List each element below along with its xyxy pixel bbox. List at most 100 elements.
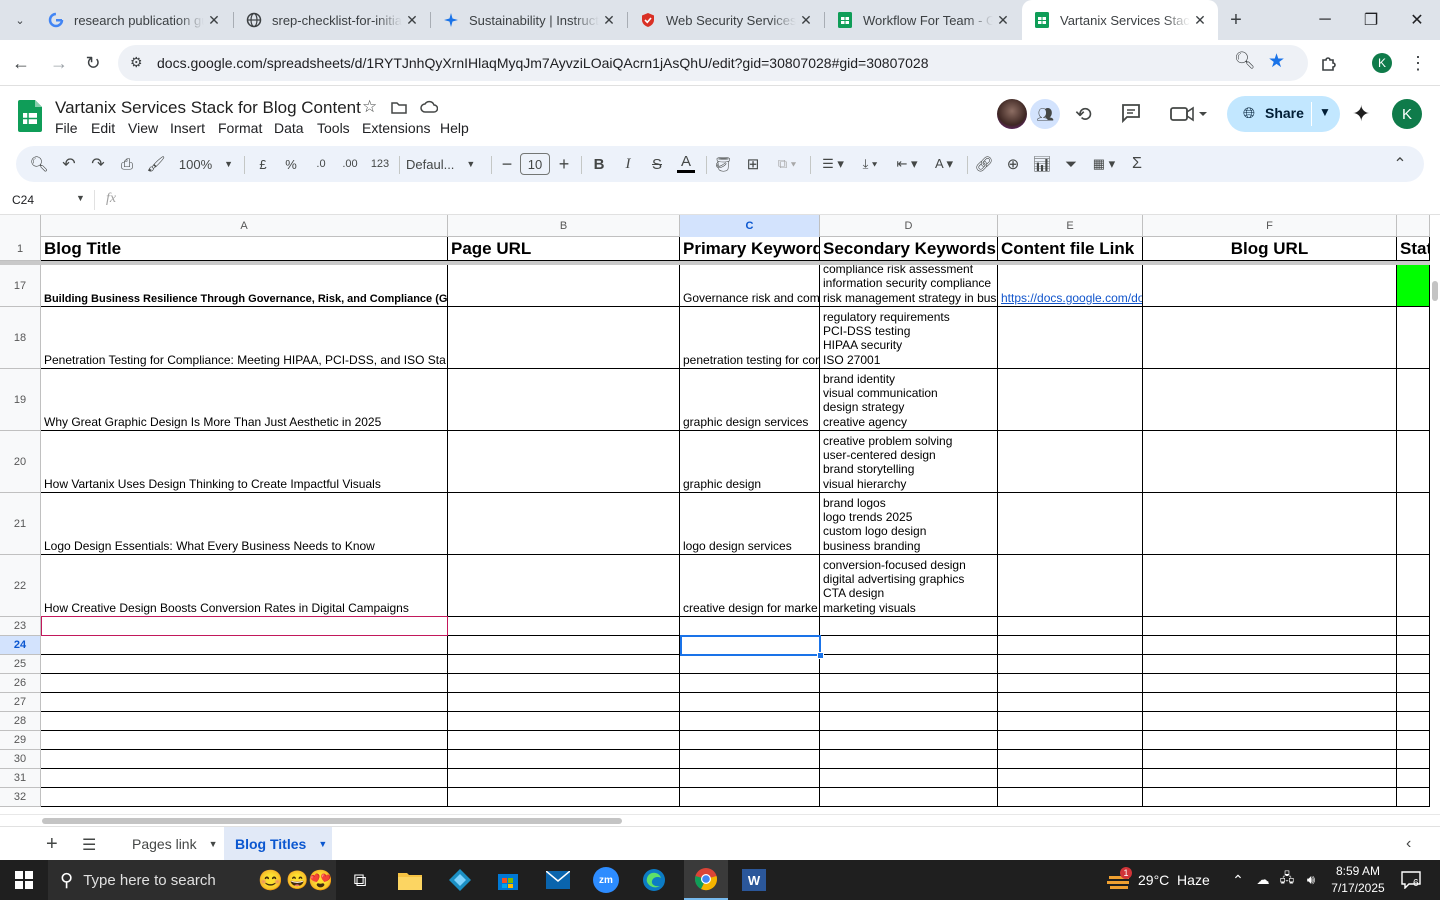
close-tab-icon[interactable]: ✕ <box>1190 12 1210 29</box>
empty-cell[interactable] <box>820 655 998 674</box>
strikethrough-button[interactable]: S <box>646 146 668 182</box>
gemini-sparkle-icon[interactable]: ✦ <box>1352 101 1370 127</box>
cell-status[interactable] <box>1397 431 1430 493</box>
row-header[interactable]: 32 <box>0 788 41 807</box>
browser-tab-active[interactable]: Vartanix Services Stack ✕ <box>1022 0 1218 40</box>
select-all-corner[interactable] <box>0 215 41 237</box>
row-header[interactable]: 31 <box>0 769 41 788</box>
cell-blog-url[interactable] <box>1143 307 1397 369</box>
horizontal-align-icon[interactable]: ☰ ▾ <box>817 146 849 182</box>
horizontal-scroll-thumb[interactable] <box>42 818 622 824</box>
row-header[interactable]: 27 <box>0 693 41 712</box>
empty-cell[interactable] <box>448 731 680 750</box>
text-rotation-icon[interactable]: A ▾ <box>928 146 960 182</box>
minimize-icon[interactable]: ─ <box>1302 0 1348 40</box>
clock[interactable]: 8:59 AM 7/17/2025 <box>1324 860 1392 900</box>
decrease-font-size-icon[interactable]: − <box>497 146 517 182</box>
empty-cell[interactable] <box>1397 655 1430 674</box>
browser-tab[interactable]: research publication gu ✕ <box>36 0 232 40</box>
empty-cell[interactable] <box>820 750 998 769</box>
cell-secondary-keywords[interactable]: compliance risk assessment information s… <box>820 265 998 307</box>
header-cell-blog-url[interactable]: Blog URL <box>1143 237 1397 261</box>
empty-cell[interactable] <box>1143 655 1397 674</box>
extensions-puzzle-icon[interactable] <box>1314 48 1344 78</box>
sheet-tab-pages-link[interactable]: Pages link ▼ <box>118 827 224 861</box>
cell-blog-title[interactable]: How Vartanix Uses Design Thinking to Cre… <box>41 431 448 493</box>
empty-cell[interactable] <box>680 693 820 712</box>
chat-with-collaborators-icon[interactable]: 👥︎ <box>1030 99 1060 129</box>
header-cell-page-url[interactable]: Page URL <box>448 237 680 261</box>
row-header[interactable]: 29 <box>0 731 41 750</box>
search-menus-icon[interactable]: 🔍︎ <box>26 146 52 182</box>
row-header[interactable]: 23 <box>0 617 41 636</box>
empty-cell[interactable] <box>41 788 448 807</box>
empty-cell[interactable] <box>41 750 448 769</box>
insert-chart-icon[interactable]: 📊︎ <box>1030 146 1054 182</box>
cell-secondary-keywords[interactable]: brand identity visual communication desi… <box>820 369 998 431</box>
text-wrapping-icon[interactable]: ⇤ ▾ <box>891 146 923 182</box>
merge-cells-icon[interactable]: ⧉ ▾ <box>770 146 804 182</box>
vertical-scroll-thumb[interactable] <box>1432 281 1438 301</box>
cell-blog-url[interactable] <box>1143 493 1397 555</box>
close-tab-icon[interactable]: ✕ <box>402 12 422 29</box>
taskbar-search-box[interactable]: ⚲ Type here to search 😊 😄 😍 <box>48 860 336 900</box>
cell-content-file-link[interactable] <box>998 555 1143 617</box>
empty-cell[interactable] <box>1397 712 1430 731</box>
font-family-select[interactable]: Defaul... ▼ <box>406 146 482 182</box>
star-icon[interactable]: ☆ <box>362 97 377 117</box>
fill-handle[interactable] <box>817 652 824 659</box>
cell-page-url[interactable] <box>448 555 680 617</box>
empty-cell[interactable] <box>998 693 1143 712</box>
zoom-select[interactable]: 100% ▼ <box>176 146 236 182</box>
bookmark-star-icon[interactable]: ★ <box>1268 50 1285 73</box>
empty-cell[interactable] <box>820 674 998 693</box>
cell-blog-title[interactable]: Penetration Testing for Compliance: Meet… <box>41 307 448 369</box>
sheet-tab-blog-titles[interactable]: Blog Titles ▼ <box>224 827 332 861</box>
cell-blog-url[interactable] <box>1143 555 1397 617</box>
cell-secondary-keywords[interactable]: brand logos logo trends 2025 custom logo… <box>820 493 998 555</box>
menu-insert[interactable]: Insert <box>170 120 205 136</box>
row-header[interactable]: 19 <box>0 369 41 431</box>
empty-cell[interactable] <box>41 769 448 788</box>
microsoft-store-icon[interactable] <box>490 860 526 900</box>
cell-primary-keyword[interactable]: logo design services <box>680 493 820 555</box>
comments-icon[interactable] <box>1120 102 1142 124</box>
account-avatar[interactable]: K <box>1392 99 1422 129</box>
close-tab-icon[interactable]: ✕ <box>599 12 619 29</box>
collaborator-avatar[interactable] <box>997 99 1027 129</box>
cell-page-url[interactable] <box>448 307 680 369</box>
cell-page-url[interactable] <box>448 369 680 431</box>
cell-blog-title[interactable]: How Creative Design Boosts Conversion Ra… <box>41 555 448 617</box>
browser-tab[interactable]: Workflow For Team - Go ✕ <box>825 0 1021 40</box>
row-header[interactable]: 26 <box>0 674 41 693</box>
cell-content-file-link[interactable] <box>998 307 1143 369</box>
cell-status[interactable] <box>1397 555 1430 617</box>
empty-cell[interactable] <box>680 617 820 636</box>
task-view-icon[interactable]: ⧉ <box>342 860 378 900</box>
vertical-scrollbar[interactable] <box>1430 215 1440 815</box>
empty-cell[interactable] <box>820 693 998 712</box>
undo-icon[interactable]: ↶ <box>56 146 82 182</box>
row-header[interactable]: 28 <box>0 712 41 731</box>
version-history-icon[interactable]: ⟲ <box>1075 102 1092 127</box>
paint-format-icon[interactable]: 🖌︎ <box>143 146 169 182</box>
onedrive-cloud-icon[interactable]: ☁ <box>1252 860 1274 900</box>
row-header[interactable]: 30 <box>0 750 41 769</box>
app-diamond-icon[interactable] <box>442 860 478 900</box>
empty-cell[interactable] <box>448 712 680 731</box>
empty-cell[interactable] <box>448 674 680 693</box>
browser-tab[interactable]: Sustainability | Instructio ✕ <box>431 0 627 40</box>
row-header[interactable]: 17 <box>0 265 41 307</box>
empty-cell[interactable] <box>41 693 448 712</box>
filter-icon[interactable]: ⏷ <box>1059 146 1083 182</box>
column-header-selected[interactable]: C <box>680 215 820 237</box>
restore-icon[interactable]: ❐ <box>1348 0 1394 40</box>
share-button[interactable]: 🌐︎ Share ▼ <box>1227 96 1340 132</box>
empty-cell[interactable] <box>998 769 1143 788</box>
empty-cell[interactable] <box>680 788 820 807</box>
browser-tab[interactable]: srep-checklist-for-initia ✕ <box>234 0 430 40</box>
empty-cell[interactable] <box>680 750 820 769</box>
close-tab-icon[interactable]: ✕ <box>204 12 224 29</box>
empty-cell[interactable] <box>1143 617 1397 636</box>
word-app-icon[interactable]: W <box>736 860 772 900</box>
